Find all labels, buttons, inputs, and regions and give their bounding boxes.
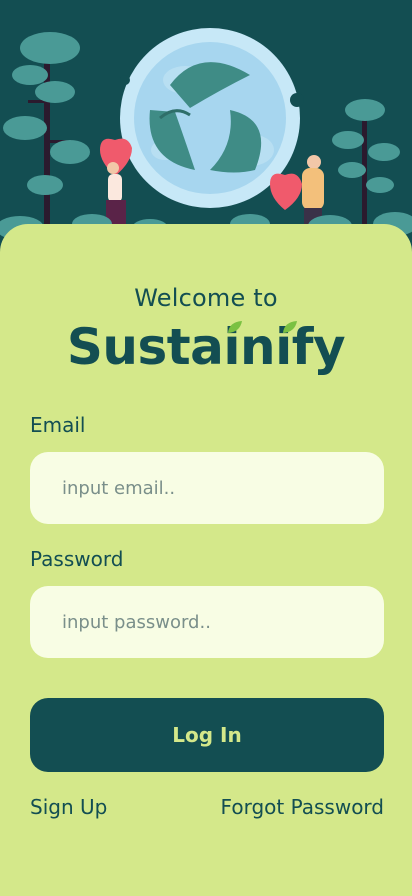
email-field[interactable] (60, 476, 354, 500)
forgot-password-link[interactable]: Forgot Password (221, 795, 384, 819)
leaf-icon (228, 321, 242, 333)
welcome-heading: Welcome to (134, 284, 278, 312)
earth-love-illustration (0, 28, 412, 240)
hero-illustration (0, 0, 412, 260)
login-button[interactable]: Log In (30, 698, 384, 772)
password-field-container (30, 586, 384, 658)
password-label: Password (30, 547, 124, 571)
sign-up-link[interactable]: Sign Up (30, 795, 107, 819)
leaf-icon (283, 321, 297, 333)
brand-name: Sustainify (66, 318, 346, 376)
email-label: Email (30, 413, 86, 437)
brand-logo: Sustainify (0, 318, 412, 376)
password-field[interactable] (60, 610, 354, 634)
email-field-container (30, 452, 384, 524)
